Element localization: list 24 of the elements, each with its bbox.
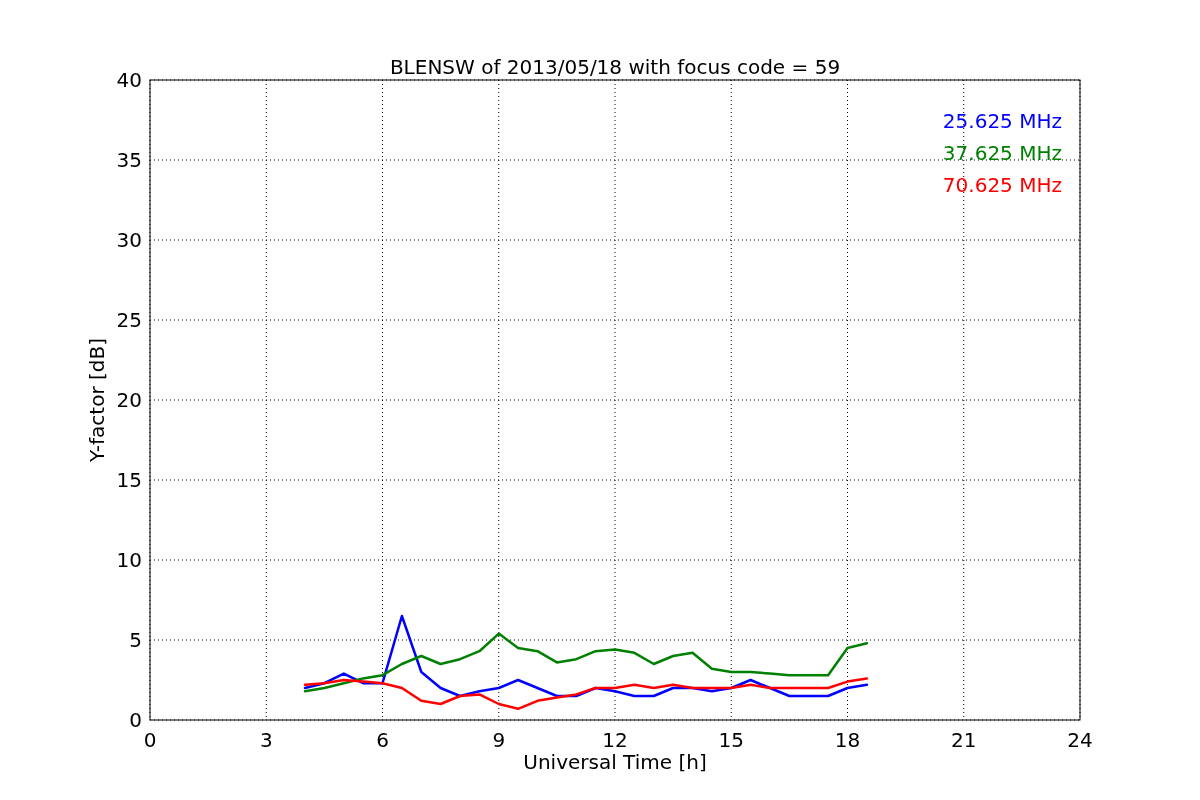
tick-label: 18	[834, 728, 861, 752]
tick-label: 9	[492, 728, 506, 752]
tick-label: 0	[143, 728, 157, 752]
x-axis-label: Universal Time [h]	[523, 750, 707, 774]
tick-label: 15	[718, 728, 744, 752]
tick-label: 24	[1067, 728, 1093, 752]
legend-label: 70.625 MHz	[942, 173, 1062, 197]
tick-label: 10	[116, 548, 142, 572]
chart-title: BLENSW of 2013/05/18 with focus code = 59	[389, 55, 841, 79]
tick-label: 20	[116, 388, 142, 412]
tick-label: 30	[116, 228, 142, 252]
tick-label: 25	[116, 308, 142, 332]
tick-label: 21	[951, 728, 977, 752]
tick-label: 35	[116, 148, 142, 172]
legend-label: 25.625 MHz	[942, 109, 1062, 133]
tick-label: 40	[116, 68, 142, 92]
tick-label: 0	[129, 708, 142, 732]
tick-label: 15	[116, 468, 142, 492]
tick-label: 5	[129, 628, 142, 652]
y-axis-label: Y-factor [dB]	[85, 338, 109, 462]
tick-label: 3	[259, 728, 273, 752]
tick-label: 6	[376, 728, 389, 752]
tick-label: 12	[602, 728, 628, 752]
legend-label: 37.625 MHz	[942, 141, 1062, 165]
